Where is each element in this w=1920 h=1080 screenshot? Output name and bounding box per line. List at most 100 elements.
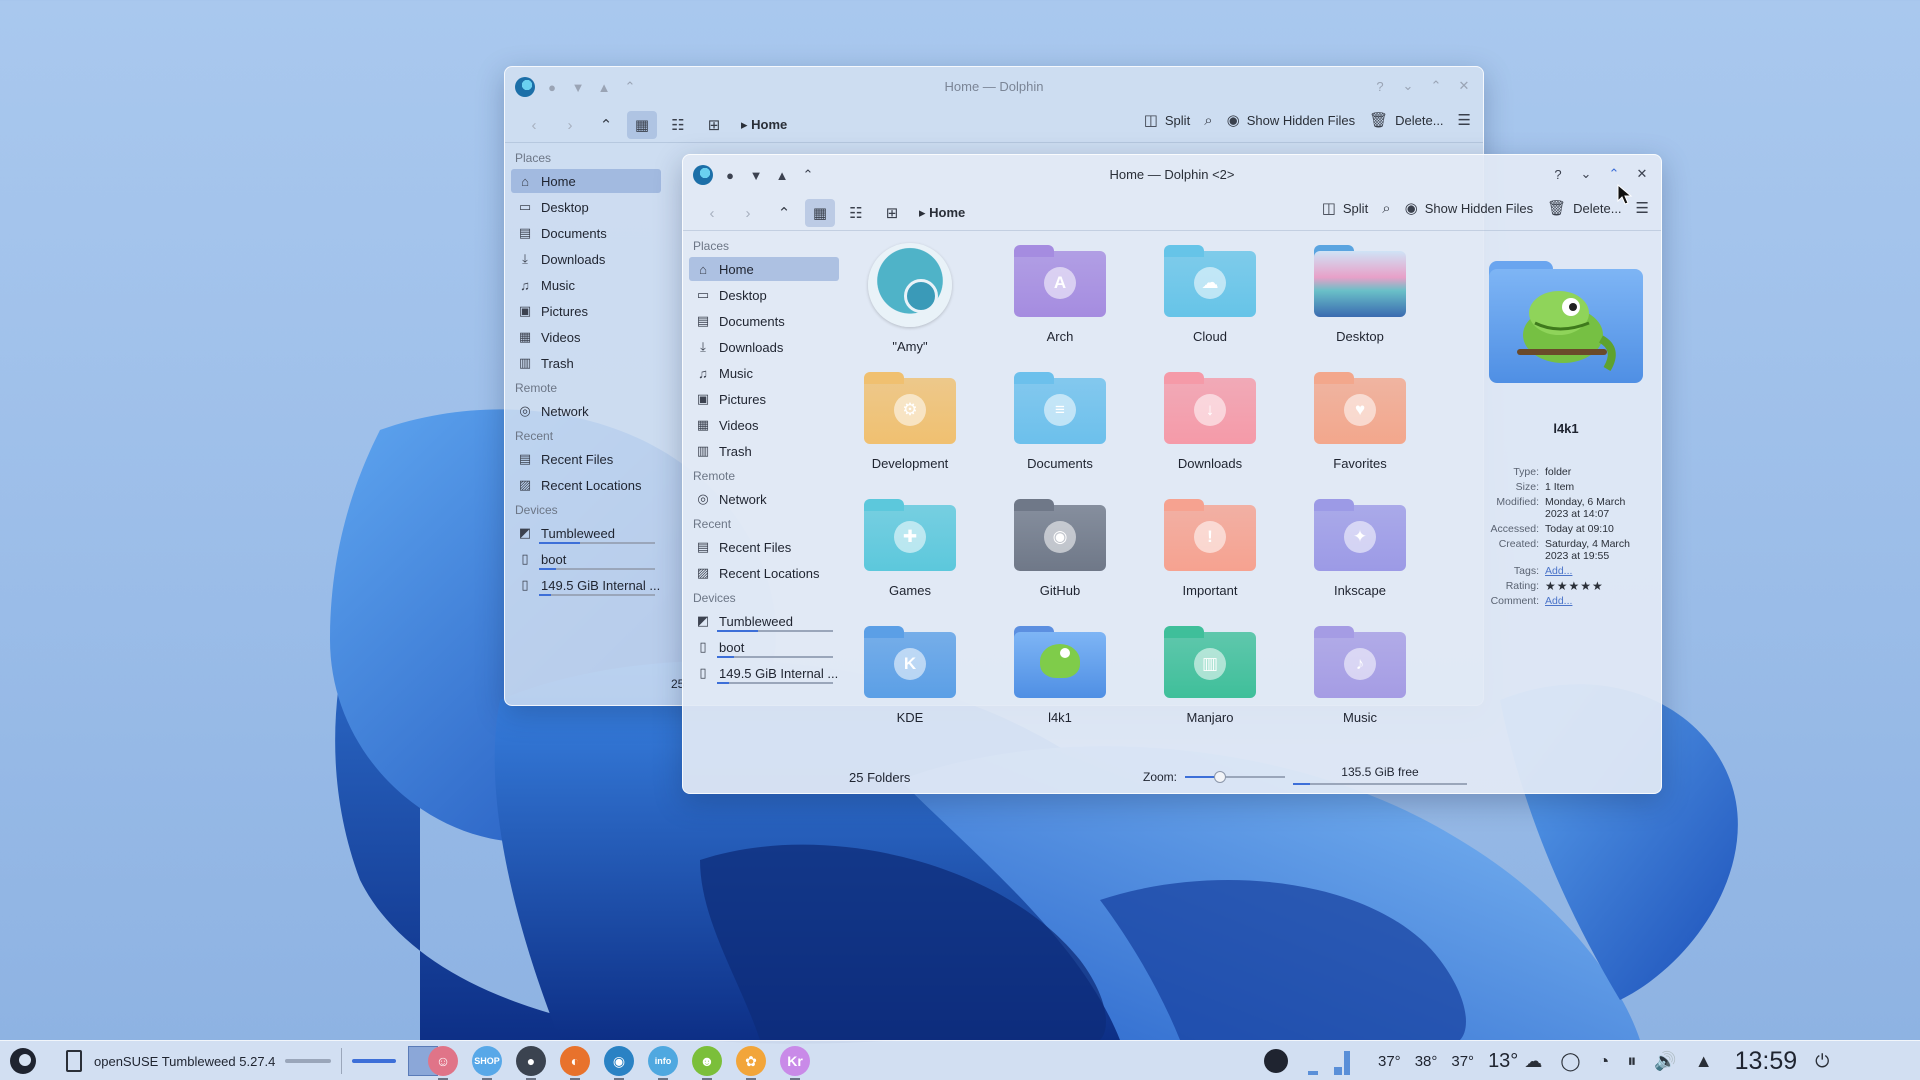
maximize-icon[interactable]: ⌃ bbox=[1427, 77, 1445, 95]
zoom-slider[interactable] bbox=[1185, 771, 1286, 783]
help-icon[interactable]: ? bbox=[1549, 165, 1567, 183]
media-pause-icon[interactable]: ⏸ bbox=[1627, 1051, 1636, 1072]
update-icon[interactable]: ◯ bbox=[1560, 1051, 1580, 1072]
dolphin-window-front[interactable]: ● ▼ ▲ ⌃ Home — Dolphin <2> ? ⌄ ⌃ ✕ ‹ › ⌃… bbox=[682, 154, 1662, 794]
file-item[interactable]: "Amy" bbox=[845, 241, 975, 361]
sticker-app-icon[interactable]: ☺ bbox=[428, 1046, 458, 1080]
sidebar-item-trash[interactable]: ▥ Trash bbox=[689, 439, 839, 463]
sidebar-item-home[interactable]: ⌂ Home bbox=[511, 169, 661, 193]
firefox-app-icon[interactable]: ◐ bbox=[560, 1046, 590, 1080]
file-item[interactable]: ! Important bbox=[1145, 495, 1275, 615]
icons-view-icon[interactable]: ▦ bbox=[805, 199, 835, 227]
sidebar-item-documents[interactable]: ▤ Documents bbox=[511, 221, 661, 245]
search-button[interactable]: ⌕ bbox=[1382, 200, 1390, 217]
show-hidden-button[interactable]: ◉ Show Hidden Files bbox=[1227, 111, 1355, 129]
back-icon[interactable]: ‹ bbox=[519, 111, 549, 139]
close-icon[interactable]: ✕ bbox=[1455, 77, 1473, 95]
sidebar-device-2[interactable]: ▯ 149.5 GiB Internal ... bbox=[511, 573, 661, 597]
file-item[interactable]: ≡ Documents bbox=[995, 368, 1125, 488]
file-item[interactable]: Desktop bbox=[1295, 241, 1425, 361]
sidebar-item-pictures[interactable]: ▣ Pictures bbox=[511, 299, 661, 323]
up-icon[interactable]: ⌃ bbox=[591, 111, 621, 139]
sidebar-item-recent-files[interactable]: ▤ Recent Files bbox=[689, 535, 839, 559]
gecko-app-icon[interactable]: ☻ bbox=[692, 1046, 722, 1080]
weather-temp[interactable]: 13° bbox=[1488, 1050, 1518, 1073]
delete-button[interactable]: 🗑 Delete... bbox=[1369, 111, 1443, 129]
photos-app-icon[interactable]: ✿ bbox=[736, 1046, 766, 1080]
delete-button[interactable]: 🗑 Delete... bbox=[1547, 199, 1621, 217]
back-icon[interactable]: ‹ bbox=[697, 199, 727, 227]
minimize-icon[interactable]: ⌄ bbox=[1577, 165, 1595, 183]
sidebar-item-network[interactable]: ◎ Network bbox=[689, 487, 839, 511]
info-app-icon[interactable]: info bbox=[648, 1046, 678, 1080]
sidebar-item-documents[interactable]: ▤ Documents bbox=[689, 309, 839, 333]
file-item[interactable]: ↓ Downloads bbox=[1145, 368, 1275, 488]
file-item[interactable]: ◉ GitHub bbox=[995, 495, 1125, 615]
tray-expand-icon[interactable]: ▲ bbox=[1695, 1051, 1713, 1072]
sidebar-item-downloads[interactable]: ⤓ Downloads bbox=[511, 247, 661, 271]
compact-view-icon[interactable]: ☷ bbox=[841, 199, 871, 227]
compact-view-icon[interactable]: ☷ bbox=[663, 111, 693, 139]
add-link[interactable]: Add... bbox=[1545, 595, 1572, 607]
titlebar[interactable]: ● ▼ ▲ ⌃ Home — Dolphin <2> ? ⌄ ⌃ ✕ bbox=[683, 155, 1661, 195]
clock[interactable]: 13:59 bbox=[1735, 1047, 1798, 1076]
steam-icon[interactable] bbox=[1264, 1049, 1288, 1073]
sidebar-item-recent-locations[interactable]: ▨ Recent Locations bbox=[511, 473, 661, 497]
power-icon[interactable]: ⏻ bbox=[1815, 1051, 1829, 1072]
free-space-indicator[interactable]: 135.5 GiB free bbox=[1293, 765, 1467, 785]
dolphin-app-icon[interactable]: ◉ bbox=[604, 1046, 634, 1080]
sidebar-item-music[interactable]: ♫ Music bbox=[689, 361, 839, 385]
volume-icon[interactable]: 🔊 bbox=[1654, 1051, 1676, 1072]
sidebar-item-desktop[interactable]: ▭ Desktop bbox=[511, 195, 661, 219]
menu-button[interactable]: ☰ bbox=[1458, 111, 1471, 129]
forward-icon[interactable]: › bbox=[733, 199, 763, 227]
sidebar-item-home[interactable]: ⌂ Home bbox=[689, 257, 839, 281]
zoom-slider-handle[interactable] bbox=[1214, 771, 1227, 783]
app-launcher-icon[interactable] bbox=[10, 1048, 36, 1074]
sidebar-device-2[interactable]: ▯ 149.5 GiB Internal ... bbox=[689, 661, 839, 685]
forward-icon[interactable]: › bbox=[555, 111, 585, 139]
sidebar-item-videos[interactable]: ▦ Videos bbox=[689, 413, 839, 437]
sidebar-item-pictures[interactable]: ▣ Pictures bbox=[689, 387, 839, 411]
file-item[interactable]: ♪ Music bbox=[1295, 622, 1425, 742]
sidebar-item-music[interactable]: ♫ Music bbox=[511, 273, 661, 297]
file-item[interactable]: ▥ Manjaro bbox=[1145, 622, 1275, 742]
show-hidden-button[interactable]: ◉ Show Hidden Files bbox=[1405, 199, 1533, 217]
sidebar-item-videos[interactable]: ▦ Videos bbox=[511, 325, 661, 349]
details-view-icon[interactable]: ⊞ bbox=[699, 111, 729, 139]
breadcrumb[interactable]: ▸ Home bbox=[741, 117, 787, 133]
search-button[interactable]: ⌕ bbox=[1204, 112, 1212, 129]
settings-app-icon[interactable]: ● bbox=[516, 1046, 546, 1080]
icons-view-icon[interactable]: ▦ bbox=[627, 111, 657, 139]
window-task-title[interactable]: openSUSE Tumbleweed 5.27.4 bbox=[94, 1054, 275, 1069]
sidebar-item-downloads[interactable]: ⤓ Downloads bbox=[689, 335, 839, 359]
cloud-icon[interactable]: ☁ bbox=[1524, 1051, 1542, 1072]
sidebar-device-1[interactable]: ▯ boot bbox=[689, 635, 839, 659]
split-button[interactable]: ◫ Split bbox=[1144, 111, 1190, 129]
split-button[interactable]: ◫ Split bbox=[1322, 199, 1368, 217]
breadcrumb[interactable]: ▸ Home bbox=[919, 205, 965, 221]
sidebar-item-desktop[interactable]: ▭ Desktop bbox=[689, 283, 839, 307]
up-icon[interactable]: ⌃ bbox=[769, 199, 799, 227]
menu-button[interactable]: ☰ bbox=[1636, 199, 1649, 217]
sidebar-device-0[interactable]: ◩ Tumbleweed bbox=[511, 521, 661, 545]
file-item[interactable]: ✚ Games bbox=[845, 495, 975, 615]
details-view-icon[interactable]: ⊞ bbox=[877, 199, 907, 227]
sidebar-item-recent-locations[interactable]: ▨ Recent Locations bbox=[689, 561, 839, 585]
file-item[interactable]: l4k1 bbox=[995, 622, 1125, 742]
file-item[interactable]: ⚙ Development bbox=[845, 368, 975, 488]
sidebar-item-network[interactable]: ◎ Network bbox=[511, 399, 661, 423]
sidebar-item-recent-files[interactable]: ▤ Recent Files bbox=[511, 447, 661, 471]
titlebar[interactable]: ● ▼ ▲ ⌃ Home — Dolphin ? ⌄ ⌃ ✕ bbox=[505, 67, 1483, 107]
file-item[interactable]: ☁ Cloud bbox=[1145, 241, 1275, 361]
sidebar-device-1[interactable]: ▯ boot bbox=[511, 547, 661, 571]
file-item[interactable]: K KDE bbox=[845, 622, 975, 742]
sidebar-item-trash[interactable]: ▥ Trash bbox=[511, 351, 661, 375]
file-item[interactable]: ♥ Favorites bbox=[1295, 368, 1425, 488]
rating-stars[interactable]: ★★★★★ bbox=[1545, 580, 1604, 592]
clock-icon[interactable]: ◔ bbox=[1598, 1051, 1609, 1072]
help-icon[interactable]: ? bbox=[1371, 77, 1389, 95]
shop-app-icon[interactable]: SHOP bbox=[472, 1046, 502, 1080]
sidebar-device-0[interactable]: ◩ Tumbleweed bbox=[689, 609, 839, 633]
file-item[interactable]: A Arch bbox=[995, 241, 1125, 361]
